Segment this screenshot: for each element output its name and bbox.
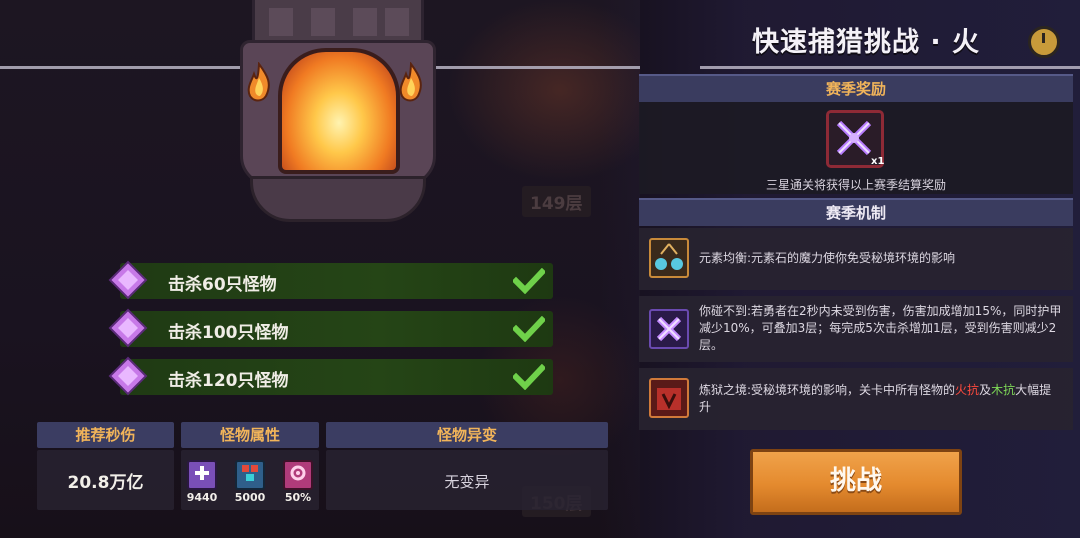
challenge-button[interactable]: 挑战 — [750, 449, 962, 515]
elemental-balance-icon — [649, 238, 689, 278]
monster-group-icon — [235, 460, 265, 490]
purple-gem-icon — [108, 308, 148, 348]
attribute-defense[interactable]: 9440 — [185, 460, 219, 504]
divider-line-right — [700, 66, 1080, 69]
check-icon — [513, 268, 545, 294]
flame-icon — [399, 62, 422, 102]
season-mechanics-header: 赛季机制 — [639, 198, 1073, 226]
mechanic-text: 元素均衡:元素石的魔力使你免受秘境环境的影响 — [699, 251, 956, 265]
floor-marker-149: 149层 — [522, 186, 591, 217]
recommended-dps-label: 推荐秒伤 — [37, 422, 174, 448]
inferno-realm-icon — [649, 378, 689, 418]
attribute-value: 50% — [284, 491, 312, 504]
monster-mutation-label: 怪物异变 — [326, 422, 608, 448]
mechanic-elemental-balance: 元素均衡:元素石的魔力使你免受秘境环境的影响 — [639, 228, 1073, 290]
purple-gem-icon — [108, 356, 148, 396]
purple-gem-icon — [108, 260, 148, 300]
attribute-value: 9440 — [186, 491, 218, 504]
reward-quantity: x1 — [871, 156, 885, 167]
objective-2: 击杀100只怪物 — [108, 308, 553, 348]
objective-3: 击杀120只怪物 — [108, 356, 553, 396]
mechanic-text: 炼狱之境:受秘境环境的影响，关卡中所有怪物的火抗及木抗大幅提升 — [699, 383, 1052, 414]
untouchable-icon — [649, 309, 689, 349]
check-icon — [513, 316, 545, 342]
furnace-illustration — [230, 0, 440, 225]
furnace-base — [250, 176, 426, 222]
attribute-crit[interactable]: 50% — [281, 460, 315, 504]
season-reward-header: 赛季奖励 — [639, 74, 1073, 102]
objective-label: 击杀100只怪物 — [168, 323, 289, 343]
crit-icon — [283, 460, 313, 490]
monster-mutation-value: 无变异 — [444, 473, 490, 491]
reward-note: 三星通关将获得以上赛季结算奖励 — [765, 178, 946, 192]
objective-label: 击杀60只怪物 — [168, 275, 277, 295]
check-icon — [513, 364, 545, 390]
fire-icon — [278, 48, 400, 174]
objective-1: 击杀60只怪物 — [108, 260, 553, 300]
page-title: 快速捕猎挑战 · 火 — [752, 27, 981, 58]
wood-resist-highlight: 木抗 — [991, 383, 1016, 397]
recommended-dps-value: 20.8万亿 — [67, 473, 144, 493]
mechanic-inferno-realm: 炼狱之境:受秘境环境的影响，关卡中所有怪物的火抗及木抗大幅提升 — [639, 368, 1073, 430]
attribute-count[interactable]: 5000 — [233, 460, 267, 504]
mechanic-untouchable: 你碰不到:若勇者在2秒内未受到伤害，伤害加成增加15%，同时护甲减少10%，可叠… — [639, 296, 1073, 362]
monster-attributes-label: 怪物属性 — [181, 422, 319, 448]
flame-icon — [247, 62, 270, 102]
attribute-value: 5000 — [234, 491, 266, 504]
mechanic-text: 你碰不到:若勇者在2秒内未受到伤害，伤害加成增加15%，同时护甲减少10%，可叠… — [699, 304, 1062, 352]
shield-plus-icon — [187, 460, 217, 490]
objective-label: 击杀120只怪物 — [168, 371, 289, 391]
stopwatch-icon[interactable] — [1028, 26, 1060, 58]
fire-resist-highlight: 火抗 — [955, 383, 980, 397]
